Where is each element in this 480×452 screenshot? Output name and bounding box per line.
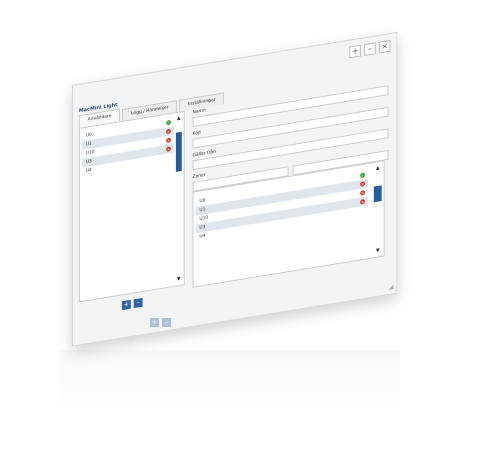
scroll-up-arrow-icon[interactable]: ▲ [175,114,183,123]
scroll-down-arrow-icon[interactable]: ▼ [175,275,183,284]
resize-grip-icon[interactable]: ◢ [389,283,394,291]
maximize-button[interactable]: + [349,44,362,59]
floor-reflection [60,350,400,410]
list-item-label: U10 [199,215,209,222]
list-item-label: U1 [85,141,92,148]
list-item-label: U0 [85,132,92,139]
remove-reflection-icon: – [162,318,171,327]
status-ok-icon: ✓ [166,119,171,126]
status-error-icon: × [166,128,171,135]
status-error-icon: × [166,137,171,144]
app-window: + – × MacMini Light Användare Logg / Hän… [72,31,398,347]
stage: + – × MacMini Light Användare Logg / Hän… [0,0,480,452]
left-scrollbar[interactable]: ▲ ▼ [175,114,183,284]
close-button[interactable]: × [378,39,391,54]
list-item-label: U4 [85,168,92,174]
add-user-button[interactable]: + [121,299,131,311]
scroll-thumb[interactable] [175,131,182,172]
list-item-label: U10 [85,149,95,157]
list-item-label: U1 [199,207,206,214]
minimize-button[interactable]: – [364,42,376,56]
scroll-up-arrow-icon[interactable]: ▲ [373,164,383,173]
list-item-label: U3 [85,159,92,166]
status-error-icon: × [166,146,171,152]
add-reflection-icon: + [150,318,159,327]
remove-user-button[interactable]: – [133,297,143,309]
list-actions: + – [121,297,143,311]
window-controls: + – × [349,39,391,59]
status-error-icon: × [360,198,366,205]
list-item-label: U3 [199,224,206,231]
list-item-label: U4 [199,233,206,240]
user-list: U0 ✓ U1 × U10 × U3 × U4 [81,117,174,176]
list-item-label: U0 [199,198,206,205]
status-error-icon: × [360,181,366,187]
scroll-down-arrow-icon[interactable]: ▼ [373,246,383,255]
status-error-icon: × [360,190,366,196]
scroll-thumb[interactable] [373,185,382,203]
buttons-reflection: + – [150,318,171,327]
right-scrollbar[interactable]: ▲ ▼ [373,164,383,256]
user-list-panel: U0 ✓ U1 × U10 × U3 × U4 ▲ ▼ [78,110,185,303]
status-ok-icon: ✓ [360,172,366,179]
